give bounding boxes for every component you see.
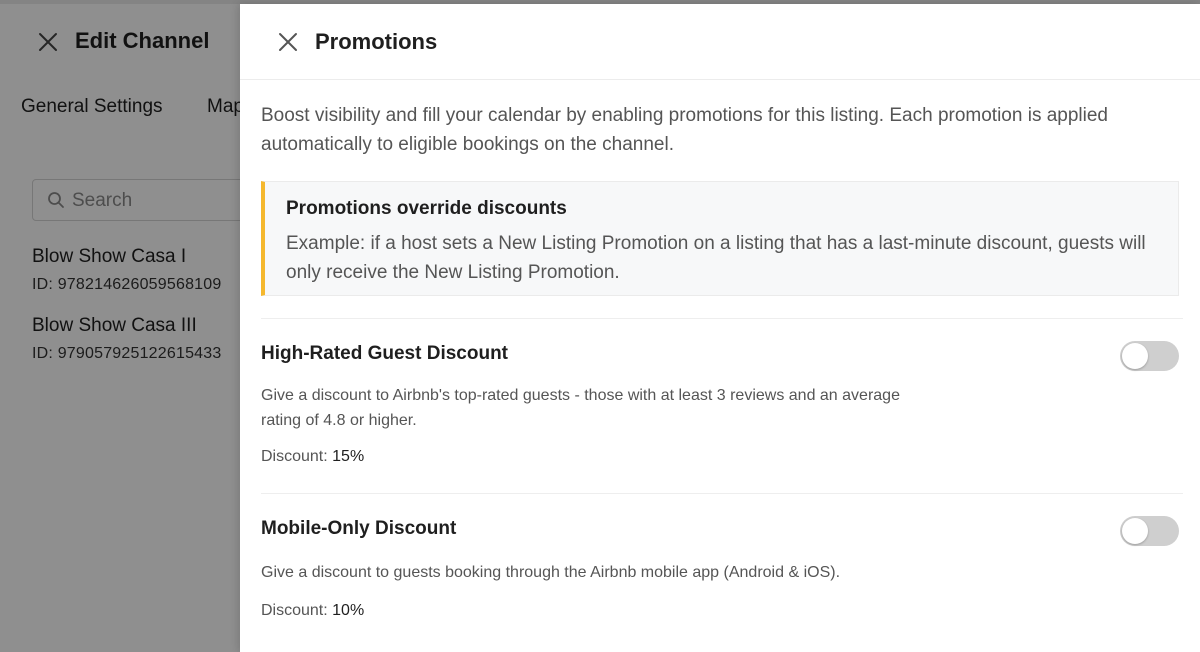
discount-value: 10% (332, 602, 365, 619)
toggle-knob (1122, 343, 1148, 369)
promotion-discount: Discount: 10% (261, 602, 1179, 620)
promotions-drawer: Promotions Boost visibility and fill you… (240, 4, 1200, 652)
promotion-title: Mobile-Only Discount (261, 518, 457, 539)
discount-label: Discount: (261, 448, 328, 465)
intro-text: Boost visibility and fill your calendar … (261, 105, 1108, 155)
divider (261, 493, 1183, 494)
promotion-description: Give a discount to Airbnb's top-rated gu… (261, 387, 900, 429)
discount-label: Discount: (261, 602, 328, 619)
notice-callout: Promotions override discounts Example: i… (261, 181, 1179, 296)
divider (261, 318, 1183, 319)
discount-value: 15% (332, 448, 365, 465)
promotion-title: High-Rated Guest Discount (261, 343, 509, 364)
promotion-mobile-only: Mobile-Only Discount Give a discount to … (261, 516, 1179, 620)
toggle-knob (1122, 518, 1148, 544)
drawer-header: Promotions (240, 4, 1200, 80)
promotion-high-rated-guest: High-Rated Guest Discount Give a discoun… (261, 341, 1179, 466)
notice-title: Promotions override discounts (286, 198, 567, 219)
notice-body: Example: if a host sets a New Listing Pr… (286, 233, 1146, 283)
promotion-discount: Discount: 15% (261, 448, 1179, 466)
mobile-only-toggle[interactable] (1120, 516, 1179, 546)
promotion-description: Give a discount to guests booking throug… (261, 564, 841, 581)
high-rated-guest-toggle[interactable] (1120, 341, 1179, 371)
close-icon[interactable] (276, 30, 300, 54)
page-title: Promotions (315, 29, 438, 54)
